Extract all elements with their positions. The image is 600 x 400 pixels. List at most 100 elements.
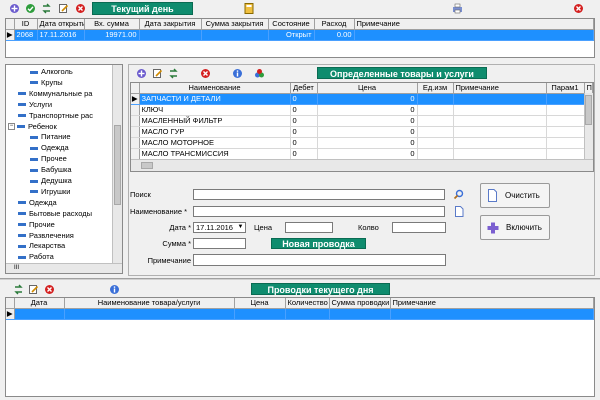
- colors-icon[interactable]: [253, 67, 265, 79]
- row-pointer-icon: [131, 115, 140, 127]
- category-tree[interactable]: Алкоголь Крупы Коммунальные ра Услуги Трансп…: [5, 64, 123, 274]
- table-row[interactable]: ▶ 2068 17.11.2016 19971.00 Открыт 0.00: [6, 29, 594, 41]
- edit-entry-icon[interactable]: [27, 283, 39, 295]
- document-icon[interactable]: [453, 205, 465, 217]
- edit-goods-icon[interactable]: [151, 67, 163, 79]
- col-header[interactable]: Примечание: [390, 298, 594, 309]
- tree-item[interactable]: Услуги: [18, 100, 52, 110]
- col-header[interactable]: Количество: [285, 298, 330, 309]
- col-header[interactable]: Состояние: [268, 19, 315, 30]
- note-input[interactable]: [193, 254, 446, 266]
- table-row[interactable]: МАСЛО МОТОРНОЕ 0 0: [131, 137, 593, 149]
- chevron-down-icon[interactable]: ▼: [236, 223, 245, 232]
- goods-grid[interactable]: Наименование Дебет Цена Ед.изм Примечани…: [130, 82, 594, 172]
- info-icon[interactable]: [231, 67, 243, 79]
- col-header[interactable]: Примечание: [354, 19, 594, 30]
- goods-horizontal-scrollbar[interactable]: [131, 159, 593, 171]
- tree-item[interactable]: Развлечения: [18, 231, 74, 241]
- check-icon[interactable]: [24, 2, 36, 14]
- info-entries-icon[interactable]: [108, 283, 120, 295]
- cell-price: 0: [317, 137, 418, 149]
- table-row[interactable]: МАСЛЕННЫЙ ФИЛЬТР 0 0: [131, 115, 593, 127]
- col-header[interactable]: Дата: [14, 298, 65, 309]
- tree-item[interactable]: Прочее: [30, 154, 67, 164]
- tree-item[interactable]: Бабушка: [30, 165, 72, 175]
- entries-grid[interactable]: Дата Наименование товара/услуги Цена Кол…: [5, 297, 595, 397]
- tree-item[interactable]: Алкоголь: [30, 67, 73, 77]
- col-header[interactable]: Расход: [314, 19, 355, 30]
- name-input[interactable]: [193, 206, 445, 217]
- scroll-thumb[interactable]: [585, 95, 592, 125]
- col-header[interactable]: Вх. сумма: [84, 19, 140, 30]
- cell-note: [453, 137, 547, 149]
- clear-icon: [487, 189, 498, 202]
- delete-entry-icon[interactable]: [43, 283, 55, 295]
- cell-unit: [417, 126, 454, 138]
- col-header[interactable]: Цена: [317, 83, 418, 94]
- tree-item[interactable]: Транспортные рас: [18, 111, 93, 121]
- table-row[interactable]: КЛЮЧ 0 0: [131, 104, 593, 116]
- category-icon: [30, 70, 38, 74]
- col-header[interactable]: ID: [14, 19, 38, 30]
- scroll-thumb[interactable]: [114, 125, 121, 205]
- search-input[interactable]: [193, 189, 445, 200]
- tree-item[interactable]: Одежда: [30, 143, 69, 153]
- category-icon: [18, 212, 26, 216]
- col-header[interactable]: Дебет: [290, 83, 318, 94]
- tree-vertical-scrollbar[interactable]: [112, 65, 122, 264]
- tree-item[interactable]: Работа: [18, 252, 54, 262]
- clear-button[interactable]: Очистить: [480, 183, 550, 208]
- add-icon[interactable]: [8, 2, 20, 14]
- col-header[interactable]: Цена: [234, 298, 286, 309]
- col-header[interactable]: Наименование: [139, 83, 291, 94]
- tree-item[interactable]: Игрушки: [30, 187, 70, 197]
- days-grid[interactable]: ID Дата открытия Вх. сумма Дата закрытия…: [5, 18, 595, 58]
- print-icon[interactable]: [451, 2, 463, 14]
- tree-item[interactable]: Прочие: [18, 220, 55, 230]
- table-row[interactable]: МАСЛО ГУР 0 0: [131, 126, 593, 138]
- qty-input[interactable]: [392, 222, 446, 233]
- delete-icon[interactable]: [74, 2, 86, 14]
- transfer-entries-icon[interactable]: [12, 283, 24, 295]
- splitter[interactable]: [0, 278, 600, 280]
- tree-item[interactable]: Коммунальные ра: [18, 89, 92, 99]
- tree-item[interactable]: Лекарства: [18, 241, 65, 251]
- edit-icon[interactable]: [57, 2, 69, 14]
- col-header[interactable]: Сумма проводки: [329, 298, 391, 309]
- col-header[interactable]: Ед.изм: [417, 83, 454, 94]
- col-header[interactable]: Наименование товара/услуги: [64, 298, 235, 309]
- col-header[interactable]: Дата закрытия: [139, 19, 202, 30]
- add-goods-icon[interactable]: [135, 67, 147, 79]
- col-header[interactable]: Дата открытия: [37, 19, 85, 30]
- delete-goods-icon[interactable]: [199, 67, 211, 79]
- transfer-icon[interactable]: [40, 2, 52, 14]
- table-row[interactable]: ▶ ЗАПЧАСТИ И ДЕТАЛИ 0 0: [131, 93, 593, 105]
- tree-item[interactable]: Питание: [30, 132, 71, 142]
- search-label: Поиск: [130, 190, 151, 199]
- tree-item[interactable]: Дедушка: [30, 176, 72, 186]
- tree-item[interactable]: Крупы: [30, 78, 63, 88]
- transfer-goods-icon[interactable]: [167, 67, 179, 79]
- col-header[interactable]: Примечание: [453, 83, 547, 94]
- cell-price: 0: [317, 93, 418, 105]
- tree-item[interactable]: Бытовые расходы: [18, 209, 92, 219]
- col-header[interactable]: Па: [584, 83, 593, 94]
- tree-item-label: Лекарства: [29, 241, 66, 251]
- search-icon[interactable]: [452, 188, 464, 200]
- price-input[interactable]: [285, 222, 333, 233]
- scroll-thumb[interactable]: [141, 162, 153, 169]
- goods-vertical-scrollbar[interactable]: [584, 93, 593, 159]
- col-header[interactable]: Сумма закрытия: [201, 19, 269, 30]
- calculator-icon[interactable]: [243, 2, 255, 14]
- collapse-icon[interactable]: −: [8, 123, 15, 130]
- include-button[interactable]: Включить: [480, 215, 550, 240]
- tree-horizontal-scrollbar[interactable]: III: [6, 263, 122, 273]
- table-row[interactable]: МАСЛО ТРАНСМИССИЯ 0 0: [131, 148, 593, 160]
- tree-item[interactable]: − Ребенок: [8, 122, 57, 132]
- col-header[interactable]: Парам1: [546, 83, 585, 94]
- sum-input[interactable]: [193, 238, 246, 249]
- clear-button-label: Очистить: [505, 191, 540, 200]
- table-row[interactable]: ▶: [6, 308, 594, 320]
- close-icon[interactable]: [572, 2, 584, 14]
- tree-item[interactable]: Одежда: [18, 198, 57, 208]
